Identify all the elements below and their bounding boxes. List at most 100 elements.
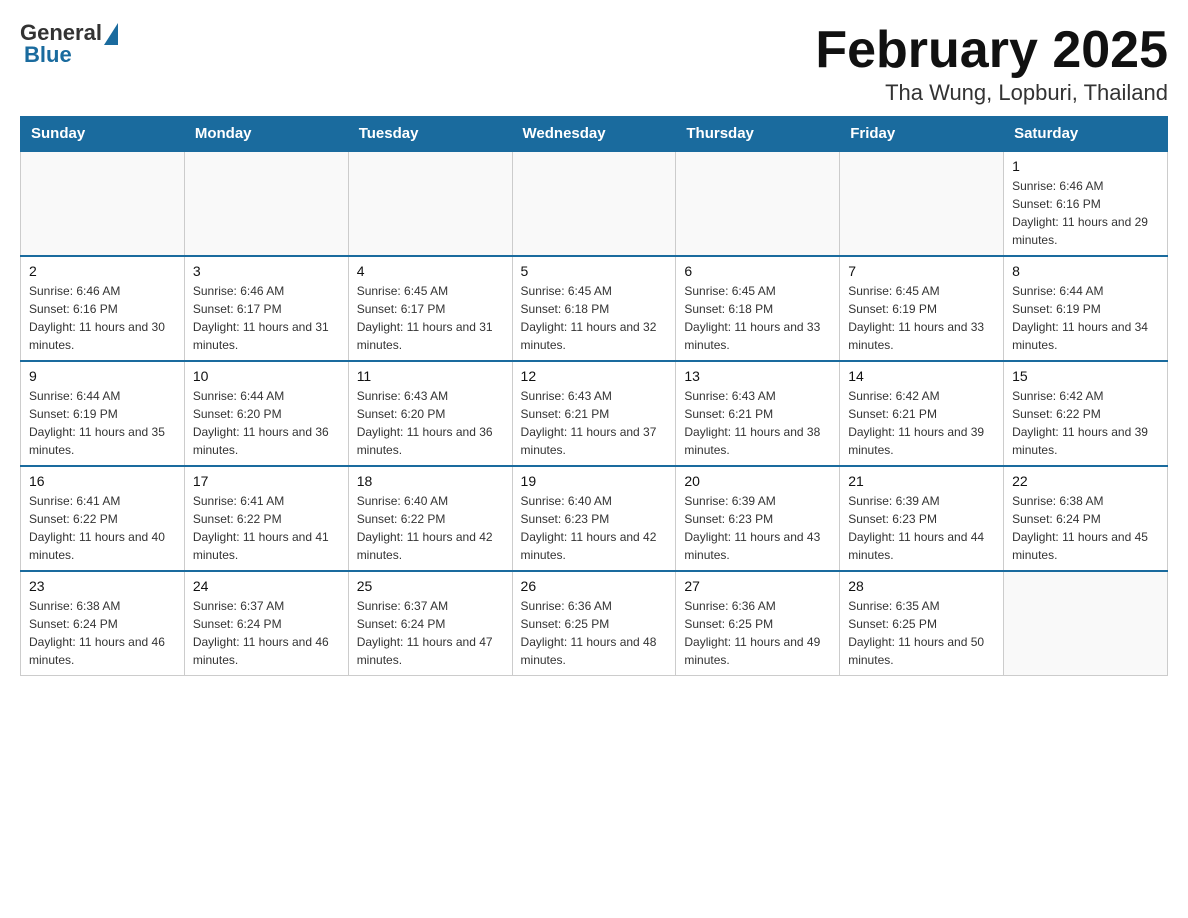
table-row: 15Sunrise: 6:42 AMSunset: 6:22 PMDayligh… xyxy=(1004,361,1168,466)
calendar-week-row: 2 Sunrise: 6:46 AMSunset: 6:16 PMDaylight… xyxy=(21,256,1168,361)
table-row xyxy=(21,151,185,256)
table-row: 22 Sunrise: 6:38 AMSunset: 6:24 PMDayligh… xyxy=(1004,466,1168,571)
day-info: Sunrise: 6:40 AMSunset: 6:22 PMDaylight:… xyxy=(357,492,504,564)
table-row: 13Sunrise: 6:43 AMSunset: 6:21 PMDayligh… xyxy=(676,361,840,466)
table-row: 7 Sunrise: 6:45 AMSunset: 6:19 PMDaylight… xyxy=(840,256,1004,361)
day-info: Sunrise: 6:41 AMSunset: 6:22 PMDaylight:… xyxy=(193,492,340,564)
table-row xyxy=(512,151,676,256)
day-info: Sunrise: 6:35 AMSunset: 6:25 PMDaylight:… xyxy=(848,597,995,669)
day-number: 8 xyxy=(1012,263,1159,279)
table-row: 21 Sunrise: 6:39 AMSunset: 6:23 PMDayligh… xyxy=(840,466,1004,571)
day-number: 11 xyxy=(357,368,504,384)
table-row: 26 Sunrise: 6:36 AMSunset: 6:25 PMDayligh… xyxy=(512,571,676,676)
table-row: 6Sunrise: 6:45 AMSunset: 6:18 PMDaylight… xyxy=(676,256,840,361)
day-info: Sunrise: 6:37 AMSunset: 6:24 PMDaylight:… xyxy=(193,597,340,669)
header-thursday: Thursday xyxy=(676,117,840,152)
calendar-table: Sunday Monday Tuesday Wednesday Thursday… xyxy=(20,116,1168,676)
table-row: 10Sunrise: 6:44 AMSunset: 6:20 PMDayligh… xyxy=(184,361,348,466)
day-info: Sunrise: 6:46 AMSunset: 6:16 PMDaylight:… xyxy=(29,282,176,354)
day-number: 4 xyxy=(357,263,504,279)
page-header: General Blue February 2025 Tha Wung, Lop… xyxy=(20,20,1168,106)
day-info: Sunrise: 6:38 AMSunset: 6:24 PMDaylight:… xyxy=(1012,492,1159,564)
day-info: Sunrise: 6:44 AMSunset: 6:19 PMDaylight:… xyxy=(1012,282,1159,354)
header-sunday: Sunday xyxy=(21,117,185,152)
table-row: 5 Sunrise: 6:45 AMSunset: 6:18 PMDaylight… xyxy=(512,256,676,361)
day-number: 16 xyxy=(29,473,176,489)
day-number: 17 xyxy=(193,473,340,489)
table-row: 2 Sunrise: 6:46 AMSunset: 6:16 PMDaylight… xyxy=(21,256,185,361)
day-info: Sunrise: 6:36 AMSunset: 6:25 PMDaylight:… xyxy=(521,597,668,669)
calendar-week-row: 16 Sunrise: 6:41 AMSunset: 6:22 PMDayligh… xyxy=(21,466,1168,571)
day-info: Sunrise: 6:41 AMSunset: 6:22 PMDaylight:… xyxy=(29,492,176,564)
table-row xyxy=(348,151,512,256)
day-info: Sunrise: 6:43 AMSunset: 6:21 PMDaylight:… xyxy=(521,387,668,459)
calendar-week-row: 9Sunrise: 6:44 AMSunset: 6:19 PMDaylight… xyxy=(21,361,1168,466)
day-number: 9 xyxy=(29,368,176,384)
day-info: Sunrise: 6:45 AMSunset: 6:18 PMDaylight:… xyxy=(521,282,668,354)
calendar-title-block: February 2025 Tha Wung, Lopburi, Thailan… xyxy=(815,20,1168,106)
day-number: 24 xyxy=(193,578,340,594)
day-info: Sunrise: 6:45 AMSunset: 6:19 PMDaylight:… xyxy=(848,282,995,354)
table-row: 17 Sunrise: 6:41 AMSunset: 6:22 PMDayligh… xyxy=(184,466,348,571)
table-row: 20 Sunrise: 6:39 AMSunset: 6:23 PMDayligh… xyxy=(676,466,840,571)
header-tuesday: Tuesday xyxy=(348,117,512,152)
day-number: 25 xyxy=(357,578,504,594)
calendar-week-row: 1 Sunrise: 6:46 AMSunset: 6:16 PMDaylight… xyxy=(21,151,1168,256)
table-row: 4 Sunrise: 6:45 AMSunset: 6:17 PMDaylight… xyxy=(348,256,512,361)
day-number: 18 xyxy=(357,473,504,489)
table-row: 16 Sunrise: 6:41 AMSunset: 6:22 PMDayligh… xyxy=(21,466,185,571)
table-row: 24 Sunrise: 6:37 AMSunset: 6:24 PMDayligh… xyxy=(184,571,348,676)
day-number: 23 xyxy=(29,578,176,594)
day-number: 2 xyxy=(29,263,176,279)
table-row: 25 Sunrise: 6:37 AMSunset: 6:24 PMDayligh… xyxy=(348,571,512,676)
day-number: 21 xyxy=(848,473,995,489)
day-info: Sunrise: 6:45 AMSunset: 6:17 PMDaylight:… xyxy=(357,282,504,354)
calendar-subtitle: Tha Wung, Lopburi, Thailand xyxy=(815,80,1168,106)
day-info: Sunrise: 6:36 AMSunset: 6:25 PMDaylight:… xyxy=(684,597,831,669)
table-row: 8 Sunrise: 6:44 AMSunset: 6:19 PMDaylight… xyxy=(1004,256,1168,361)
table-row: 3Sunrise: 6:46 AMSunset: 6:17 PMDaylight… xyxy=(184,256,348,361)
day-number: 22 xyxy=(1012,473,1159,489)
day-info: Sunrise: 6:39 AMSunset: 6:23 PMDaylight:… xyxy=(684,492,831,564)
table-row xyxy=(840,151,1004,256)
calendar-title: February 2025 xyxy=(815,20,1168,80)
calendar-header-row: Sunday Monday Tuesday Wednesday Thursday… xyxy=(21,117,1168,152)
header-saturday: Saturday xyxy=(1004,117,1168,152)
day-info: Sunrise: 6:42 AMSunset: 6:21 PMDaylight:… xyxy=(848,387,995,459)
logo: General Blue xyxy=(20,20,118,68)
day-number: 20 xyxy=(684,473,831,489)
day-info: Sunrise: 6:43 AMSunset: 6:20 PMDaylight:… xyxy=(357,387,504,459)
table-row: 23 Sunrise: 6:38 AMSunset: 6:24 PMDayligh… xyxy=(21,571,185,676)
day-number: 7 xyxy=(848,263,995,279)
day-info: Sunrise: 6:45 AMSunset: 6:18 PMDaylight:… xyxy=(684,282,831,354)
day-info: Sunrise: 6:38 AMSunset: 6:24 PMDaylight:… xyxy=(29,597,176,669)
table-row: 27 Sunrise: 6:36 AMSunset: 6:25 PMDayligh… xyxy=(676,571,840,676)
day-number: 19 xyxy=(521,473,668,489)
day-info: Sunrise: 6:44 AMSunset: 6:20 PMDaylight:… xyxy=(193,387,340,459)
day-info: Sunrise: 6:37 AMSunset: 6:24 PMDaylight:… xyxy=(357,597,504,669)
table-row: 1 Sunrise: 6:46 AMSunset: 6:16 PMDaylight… xyxy=(1004,151,1168,256)
header-monday: Monday xyxy=(184,117,348,152)
logo-triangle-icon xyxy=(104,23,118,45)
day-number: 28 xyxy=(848,578,995,594)
table-row: 9Sunrise: 6:44 AMSunset: 6:19 PMDaylight… xyxy=(21,361,185,466)
day-info: Sunrise: 6:46 AMSunset: 6:16 PMDaylight:… xyxy=(1012,177,1159,249)
header-wednesday: Wednesday xyxy=(512,117,676,152)
table-row xyxy=(1004,571,1168,676)
day-info: Sunrise: 6:46 AMSunset: 6:17 PMDaylight:… xyxy=(193,282,340,354)
header-friday: Friday xyxy=(840,117,1004,152)
table-row: 14 Sunrise: 6:42 AMSunset: 6:21 PMDayligh… xyxy=(840,361,1004,466)
day-info: Sunrise: 6:39 AMSunset: 6:23 PMDaylight:… xyxy=(848,492,995,564)
table-row: 19 Sunrise: 6:40 AMSunset: 6:23 PMDayligh… xyxy=(512,466,676,571)
day-number: 1 xyxy=(1012,158,1159,174)
calendar-week-row: 23 Sunrise: 6:38 AMSunset: 6:24 PMDayligh… xyxy=(21,571,1168,676)
table-row: 18 Sunrise: 6:40 AMSunset: 6:22 PMDayligh… xyxy=(348,466,512,571)
day-number: 14 xyxy=(848,368,995,384)
day-info: Sunrise: 6:43 AMSunset: 6:21 PMDaylight:… xyxy=(684,387,831,459)
day-number: 26 xyxy=(521,578,668,594)
day-info: Sunrise: 6:42 AMSunset: 6:22 PMDaylight:… xyxy=(1012,387,1159,459)
day-info: Sunrise: 6:40 AMSunset: 6:23 PMDaylight:… xyxy=(521,492,668,564)
logo-blue-text: Blue xyxy=(24,42,72,68)
day-number: 5 xyxy=(521,263,668,279)
day-number: 27 xyxy=(684,578,831,594)
